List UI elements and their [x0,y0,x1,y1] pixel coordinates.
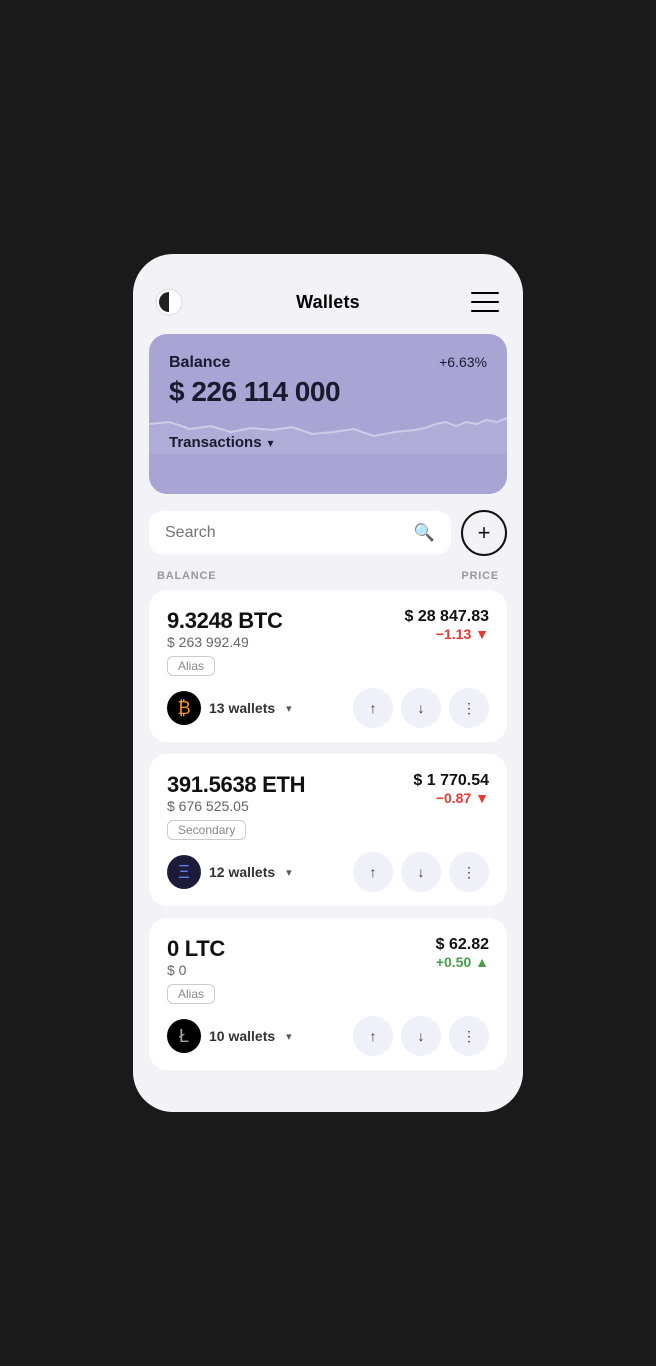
coin-card: 9.3248 BTC $ 263 992.49 Alias $ 28 847.8… [149,590,507,742]
balance-label: Balance [169,354,230,372]
transactions-row[interactable]: Transactions ▾ [169,434,487,451]
header: Wallets [133,274,523,330]
more-button[interactable]: ⋮ [449,852,489,892]
coin-balance: 9.3248 BTC [167,608,283,634]
transactions-chevron: ▾ [268,436,274,450]
coin-actions: ↑ ↓ ⋮ [353,852,489,892]
coin-price: $ 28 847.83 [404,608,489,626]
wallet-chevron: ▾ [286,866,292,879]
coin-card: 0 LTC $ 0 Alias $ 62.82 +0.50 ▲ Ł 10 wal… [149,918,507,1070]
coin-logo-eth: Ξ [167,855,201,889]
coin-identity[interactable]: Ξ 12 wallets ▾ [167,855,292,889]
wallet-count: 10 wallets [209,1028,275,1044]
coin-alias-tag: Alias [167,984,215,1004]
page-title: Wallets [296,292,360,313]
coin-list: 9.3248 BTC $ 263 992.49 Alias $ 28 847.8… [133,590,523,1070]
wallet-chevron: ▾ [286,1030,292,1043]
coin-identity[interactable]: Ł 10 wallets ▾ [167,1019,292,1053]
coin-price-change: −1.13 ▼ [436,626,489,642]
coin-balance: 0 LTC [167,936,225,962]
send-button[interactable]: ↑ [353,688,393,728]
balance-column-header: BALANCE [157,570,216,582]
search-box: 🔍 [149,511,451,555]
column-headers: BALANCE PRICE [133,564,523,590]
more-button[interactable]: ⋮ [449,1016,489,1056]
coin-fiat-balance: $ 676 525.05 [167,798,305,814]
send-button[interactable]: ↑ [353,852,393,892]
menu-icon[interactable] [471,292,499,312]
coin-balance: 391.5638 ETH [167,772,305,798]
balance-percent: +6.63% [439,354,487,370]
coin-card: 391.5638 ETH $ 676 525.05 Secondary $ 1 … [149,754,507,906]
price-column-header: PRICE [461,570,499,582]
receive-button[interactable]: ↓ [401,1016,441,1056]
coin-actions: ↑ ↓ ⋮ [353,1016,489,1056]
more-button[interactable]: ⋮ [449,688,489,728]
coin-logo-ltc: Ł [167,1019,201,1053]
coin-price-change: +0.50 ▲ [436,954,489,970]
search-icon: 🔍 [414,523,435,543]
search-row: 🔍 + [133,510,523,556]
coin-alias-tag: Secondary [167,820,246,840]
coin-fiat-balance: $ 0 [167,962,225,978]
balance-card: Balance +6.63% $ 226 114 000 Transaction… [149,334,507,494]
coin-price: $ 1 770.54 [413,772,489,790]
app-logo [153,286,185,318]
search-input[interactable] [165,524,404,542]
coin-identity[interactable]: ₿ 13 wallets ▾ [167,691,292,725]
coin-actions: ↑ ↓ ⋮ [353,688,489,728]
coin-logo-btc: ₿ [167,691,201,725]
coin-price: $ 62.82 [436,936,489,954]
wallet-chevron: ▾ [286,702,292,715]
transactions-label: Transactions [169,434,262,451]
add-wallet-button[interactable]: + [461,510,507,556]
coin-price-change: −0.87 ▼ [436,790,489,806]
coin-alias-tag: Alias [167,656,215,676]
receive-button[interactable]: ↓ [401,688,441,728]
wallet-count: 12 wallets [209,864,275,880]
phone-shell: Wallets Balance +6.63% $ 226 114 000 Tra… [133,254,523,1112]
coin-fiat-balance: $ 263 992.49 [167,634,283,650]
receive-button[interactable]: ↓ [401,852,441,892]
send-button[interactable]: ↑ [353,1016,393,1056]
wallet-count: 13 wallets [209,700,275,716]
